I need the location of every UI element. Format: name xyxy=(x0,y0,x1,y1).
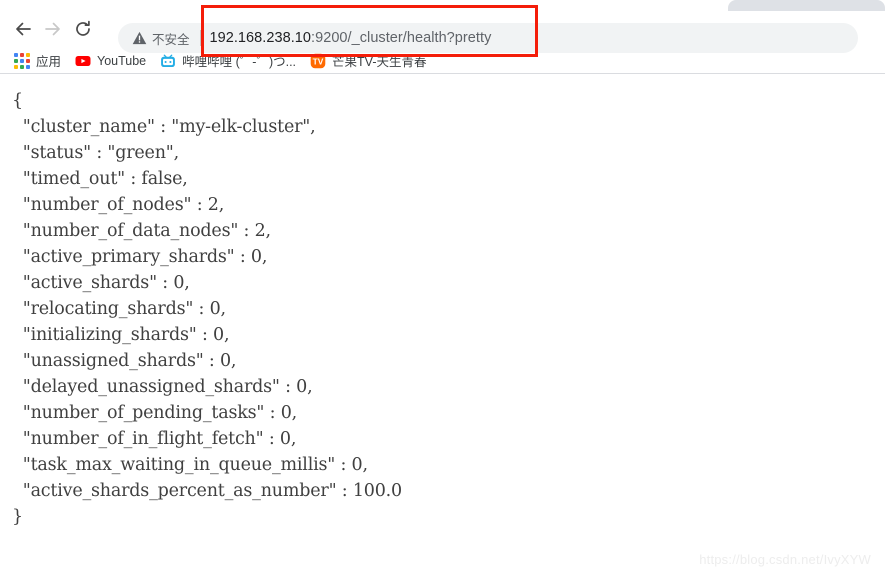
reload-icon xyxy=(76,20,90,36)
apps-grid-icon xyxy=(14,52,30,69)
bookmark-label-youtube: YouTube xyxy=(97,53,147,68)
bookmark-label-apps: 应用 xyxy=(36,55,62,69)
back-button[interactable] xyxy=(8,14,38,44)
forward-button[interactable] xyxy=(38,14,68,44)
bookmark-apps[interactable]: 应用 xyxy=(8,50,67,72)
bookmarks-bar: 应用 YouTube 哔哩哔哩 (゜-゜)つ... TV 芒果TV-天生青春 xyxy=(0,48,885,73)
svg-text:TV: TV xyxy=(313,56,324,66)
omnibox-divider xyxy=(199,30,201,46)
url-path: :9200/_cluster/health?pretty xyxy=(311,30,492,46)
bookmark-bilibili[interactable]: 哔哩哔哩 (゜-゜)つ... xyxy=(154,50,302,72)
tab-strip xyxy=(0,0,885,11)
page-viewport: { "cluster_name" : "my-elk-cluster", "st… xyxy=(0,74,885,573)
bookmark-mangotv[interactable]: TV 芒果TV-天生青春 xyxy=(304,50,432,72)
bilibili-icon xyxy=(161,54,176,67)
watermark-text: https://blog.csdn.net/IvyXYW xyxy=(699,552,871,567)
bookmark-label-bilibili: 哔哩哔哩 (゜-゜)つ... xyxy=(182,55,297,69)
json-response-body: { "cluster_name" : "my-elk-cluster", "st… xyxy=(12,91,402,527)
bookmark-youtube[interactable]: YouTube xyxy=(69,50,152,72)
youtube-icon xyxy=(75,55,91,66)
security-status-label: 不安全 xyxy=(152,32,190,47)
bookmark-label-mangotv: 芒果TV-天生青春 xyxy=(332,55,427,69)
back-arrow-icon xyxy=(16,22,31,36)
browser-toolbar: 不安全 192.168.238.10:9200/_cluster/health?… xyxy=(0,10,885,53)
warning-triangle-icon xyxy=(132,31,147,45)
browser-chrome: 不安全 192.168.238.10:9200/_cluster/health?… xyxy=(0,0,885,73)
reload-button[interactable] xyxy=(68,14,98,44)
mangotv-icon: TV xyxy=(310,53,326,68)
url-host: 192.168.238.10 xyxy=(209,30,312,46)
url-display[interactable]: 192.168.238.10:9200/_cluster/health?pret… xyxy=(210,30,492,46)
forward-arrow-icon xyxy=(45,22,60,36)
